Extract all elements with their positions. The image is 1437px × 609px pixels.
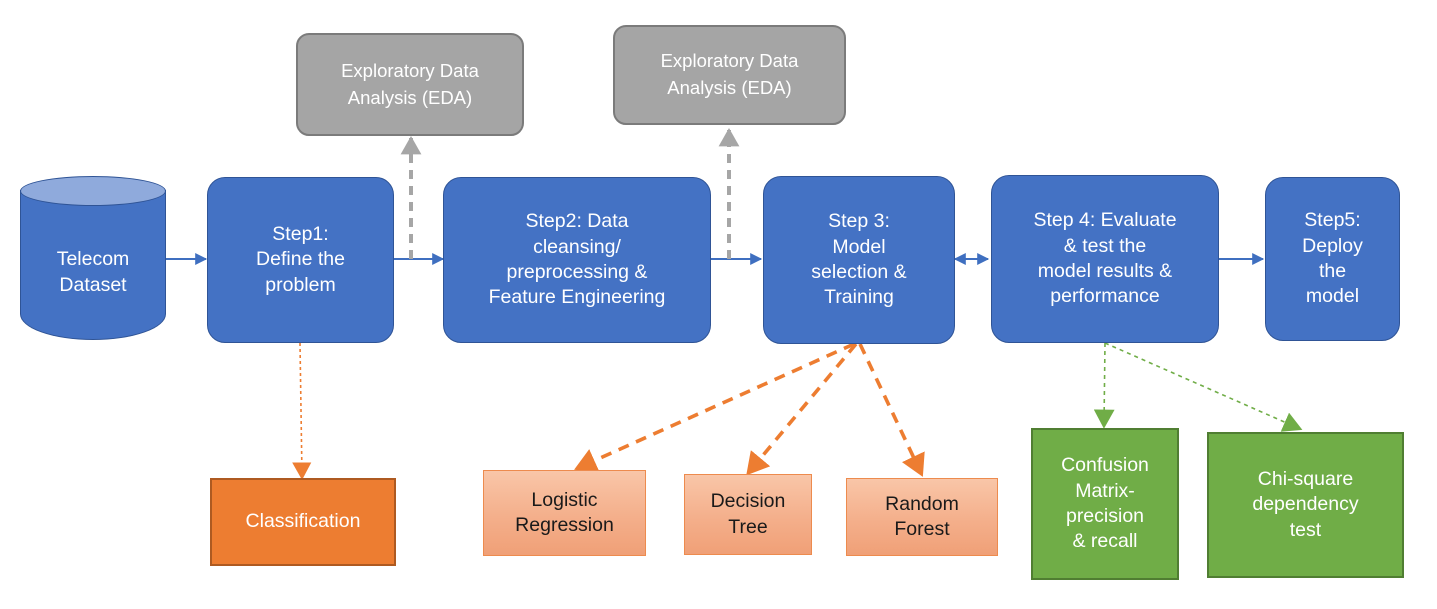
edge-step3-to-random-forest: [858, 343, 925, 477]
node-logistic-regression[interactable]: Logistic Regression: [483, 470, 646, 556]
step4-label: Step 4: Evaluate & test the model result…: [1033, 209, 1177, 308]
eda-left-label: Exploratory Data Analysis (EDA): [341, 59, 479, 108]
edge-step3-to-logistic-regression: [574, 342, 855, 473]
edge-step3-to-decision-tree: [746, 342, 858, 476]
node-chi-square[interactable]: Chi-square dependency test: [1207, 432, 1404, 578]
node-eda-left[interactable]: Exploratory Data Analysis (EDA): [296, 33, 524, 136]
edge-step4-to-chi-square: [1104, 342, 1303, 432]
node-step4[interactable]: Step 4: Evaluate & test the model result…: [991, 175, 1219, 343]
node-classification[interactable]: Classification: [210, 478, 396, 566]
logistic-regression-label: Logistic Regression: [515, 488, 614, 536]
node-telecom-dataset[interactable]: Telecom Dataset: [20, 176, 166, 340]
chi-square-label: Chi-square dependency test: [1252, 467, 1359, 541]
step1-label: Step1: Define the problem: [256, 222, 345, 296]
node-decision-tree[interactable]: Decision Tree: [684, 474, 812, 555]
node-step1[interactable]: Step1: Define the problem: [207, 177, 394, 343]
eda-right-label: Exploratory Data Analysis (EDA): [660, 50, 799, 98]
step2-label: Step2: Data cleansing/ preprocessing & F…: [488, 210, 666, 309]
node-step5[interactable]: Step5: Deploy the model: [1265, 177, 1400, 341]
decision-tree-label: Decision Tree: [710, 490, 786, 538]
edge-step1-to-classification: [292, 342, 312, 480]
step5-label: Step5: Deploy the model: [1302, 209, 1363, 308]
node-step2[interactable]: Step2: Data cleansing/ preprocessing & F…: [443, 177, 711, 343]
edge-step4-to-confusion-matrix: [1093, 342, 1115, 429]
cylinder-top-ellipse: [20, 176, 166, 206]
telecom-dataset-label: Telecom Dataset: [56, 247, 130, 296]
confusion-matrix-label: Confusion Matrix- precision & recall: [1061, 454, 1149, 553]
node-confusion-matrix[interactable]: Confusion Matrix- precision & recall: [1031, 428, 1179, 580]
flowchart-canvas: Telecom Dataset Exploratory Data Analysi…: [0, 0, 1437, 609]
random-forest-label: Random Forest: [885, 492, 959, 540]
node-eda-right[interactable]: Exploratory Data Analysis (EDA): [613, 25, 846, 125]
node-step3[interactable]: Step 3: Model selection & Training: [763, 176, 955, 344]
node-random-forest[interactable]: Random Forest: [846, 478, 998, 556]
classification-label: Classification: [245, 510, 361, 533]
step3-label: Step 3: Model selection & Training: [811, 210, 907, 309]
